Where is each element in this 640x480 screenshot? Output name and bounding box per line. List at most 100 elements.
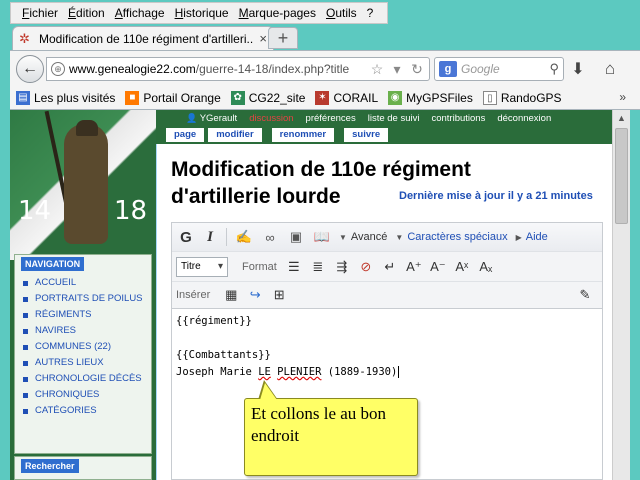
mygps-icon: ◉ (388, 90, 403, 105)
menu-help[interactable]: ? (362, 6, 379, 20)
search-header: Rechercher (21, 459, 79, 473)
menu-affichage[interactable]: Affichage (110, 6, 170, 20)
sidebar-item-chroniques[interactable]: CHRONIQUES (21, 387, 143, 403)
sidebar-item-portraits[interactable]: PORTRAITS DE POILUS (21, 291, 143, 307)
sidebar-item-regiments[interactable]: RÉGIMENTS (21, 307, 143, 323)
last-update-link[interactable]: Dernière mise à jour il y a 21 minutes (399, 190, 593, 202)
tab-page[interactable]: page (166, 128, 205, 142)
tab-modifier[interactable]: modifier (208, 128, 262, 142)
sidebar-item-accueil[interactable]: ACCUEIL (21, 275, 143, 291)
bookmarks-overflow-icon[interactable]: » (619, 90, 626, 104)
bookmarks-folder-icon: ▤ (16, 90, 30, 105)
table-icon[interactable]: ⊞ (270, 287, 288, 303)
sidebar-item-chronologie[interactable]: CHRONOLOGIE DÉCÈS (21, 371, 143, 387)
url-text[interactable]: www.genealogie22.com/guerre-14-18/index.… (69, 62, 365, 76)
corail-icon: ✶ (315, 90, 330, 105)
indent-icon[interactable]: ⇶ (333, 259, 351, 275)
italic-button[interactable]: I (202, 229, 218, 246)
reload-icon[interactable]: ↻ (409, 61, 425, 78)
watchlist-link[interactable]: liste de suivi (368, 113, 420, 124)
sidebar-item-navires[interactable]: NAVIRES (21, 323, 143, 339)
search-replace-icon[interactable]: ✎ (576, 287, 594, 303)
scrollbar-thumb[interactable] (615, 128, 628, 224)
menu-edition[interactable]: Édition (63, 6, 110, 20)
sidebar-item-categories[interactable]: CATÉGORIES (21, 403, 143, 419)
user-icon: 👤 (186, 112, 198, 123)
preferences-link[interactable]: préférences (306, 113, 356, 124)
menu-bar: Fichier Édition Affichage Historique Mar… (10, 2, 388, 24)
dropdown-icon[interactable]: ▾ (389, 61, 405, 78)
text-line: {{Combattants}} (176, 349, 271, 361)
reference-icon[interactable]: 📖 (313, 229, 331, 245)
gallery-icon[interactable]: ▦ (222, 287, 240, 303)
bookmark-label: CORAIL (333, 90, 379, 105)
menu-historique[interactable]: Historique (170, 6, 234, 20)
search-input[interactable]: Google (461, 62, 545, 76)
signature-icon[interactable]: ✍ (235, 229, 253, 245)
redirect-icon[interactable]: ↪ (246, 287, 264, 303)
scroll-up-icon[interactable]: ▲ (613, 110, 630, 127)
tab-title: Modification de 110e régiment d'artiller… (39, 31, 254, 46)
download-icon[interactable]: ⬇ (568, 59, 588, 79)
page-scrollbar[interactable]: ▲ (612, 110, 630, 480)
link-icon[interactable]: ∞ (261, 230, 279, 245)
bookmark-mygpsfiles[interactable]: ◉ MyGPSFiles (388, 90, 473, 105)
username: YGerault (199, 112, 238, 124)
special-chars-menu[interactable]: ▼ Caractères spéciaux (395, 231, 507, 243)
discussion-link[interactable]: discussion (249, 113, 293, 124)
sidebar-item-autres-lieux[interactable]: AUTRES LIEUX (21, 355, 143, 371)
close-tab-icon[interactable]: × (259, 31, 267, 46)
new-tab-button[interactable]: + (268, 27, 298, 49)
site-logo[interactable]: 14 18 (10, 110, 156, 260)
home-icon[interactable]: ⌂ (600, 59, 620, 79)
nowiki-icon[interactable]: ⊘ (357, 259, 375, 275)
image-icon[interactable]: ▣ (287, 229, 305, 245)
help-menu[interactable]: ▶ Aide (516, 231, 548, 243)
editor-toolbar-format: Titre Format ☰ ≣ ⇶ ⊘ ↵ A⁺ A⁻ Aˣ Aₓ (172, 251, 602, 281)
bookmark-corail[interactable]: ✶ CORAIL (315, 90, 379, 105)
url-bar[interactable]: ⊕ www.genealogie22.com/guerre-14-18/inde… (46, 57, 430, 81)
search-icon[interactable]: ⚲ (549, 61, 559, 77)
superscript-icon[interactable]: Aˣ (453, 259, 471, 274)
user-link[interactable]: 👤 YGerault (186, 113, 237, 124)
sidebar-item-communes[interactable]: COMMUNES (22) (21, 339, 143, 355)
tab-strip: ✲ Modification de 110e régiment d'artill… (10, 26, 640, 50)
browser-tab[interactable]: ✲ Modification de 110e régiment d'artill… (12, 26, 274, 50)
bookmark-most-visited[interactable]: ▤ Les plus visités (16, 90, 115, 105)
triangle-right-icon: ▶ (515, 233, 522, 242)
bookmark-randogps[interactable]: ▯ RandoGPS (482, 90, 562, 105)
bullet-list-icon[interactable]: ☰ (285, 259, 303, 275)
heading-select[interactable]: Titre (176, 256, 228, 277)
subscript-icon[interactable]: Aₓ (477, 259, 495, 274)
small-text-icon[interactable]: A⁻ (429, 259, 447, 275)
menu-outils[interactable]: Outils (321, 6, 362, 20)
advanced-menu[interactable]: ▼ Avancé (339, 231, 387, 243)
tab-renommer[interactable]: renommer (271, 128, 335, 142)
tab-suivre[interactable]: suivre (344, 128, 389, 142)
bold-button[interactable]: G (178, 229, 194, 246)
google-engine-icon[interactable]: g (439, 61, 457, 77)
page-icon: ▯ (482, 90, 497, 105)
misspelled-word: LE (258, 366, 271, 378)
triangle-down-icon: ▼ (395, 233, 404, 242)
user-links: 👤 YGerault discussion préférences liste … (186, 110, 551, 126)
bookmark-star-icon[interactable]: ☆ (369, 61, 385, 78)
big-text-icon[interactable]: A⁺ (405, 259, 423, 275)
orange-icon: ■ (125, 90, 140, 105)
triangle-down-icon: ▼ (339, 233, 347, 242)
contributions-link[interactable]: contributions (431, 113, 485, 124)
bookmark-portail-orange[interactable]: ■ Portail Orange (125, 90, 221, 105)
format-label: Format (242, 260, 277, 273)
numbered-list-icon[interactable]: ≣ (309, 259, 327, 275)
annotation-callout: Et collons le au bon endroit (244, 398, 418, 476)
line-break-icon[interactable]: ↵ (381, 259, 399, 275)
menu-marque-pages[interactable]: Marque-pages (234, 6, 321, 20)
insert-label: Insérer (176, 289, 211, 301)
menu-fichier[interactable]: Fichier (17, 6, 63, 20)
search-bar[interactable]: g Google ⚲ (434, 57, 564, 81)
bookmark-cg22[interactable]: ✿ CG22_site (230, 90, 305, 105)
bookmark-label: Portail Orange (143, 90, 221, 105)
back-button[interactable]: ← (16, 55, 44, 83)
cg22-icon: ✿ (230, 90, 245, 105)
logout-link[interactable]: déconnexion (497, 113, 551, 124)
